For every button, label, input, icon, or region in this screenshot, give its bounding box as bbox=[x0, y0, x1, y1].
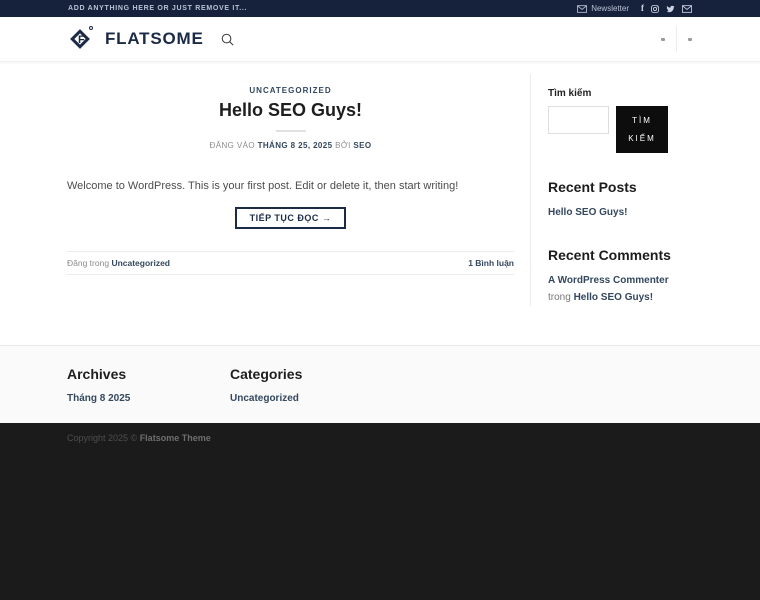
newsletter-label: Newsletter bbox=[591, 4, 629, 13]
recent-comment-item: A WordPress Commenter trong Hello SEO Gu… bbox=[548, 272, 677, 306]
archives-widget: Archives Tháng 8 2025 bbox=[67, 359, 230, 423]
site-logo[interactable]: F FLATSOME bbox=[68, 26, 204, 53]
post-title: Hello SEO Guys! bbox=[67, 100, 514, 121]
nav-divider bbox=[676, 26, 677, 52]
categories-title: Categories bbox=[230, 366, 393, 382]
site-title: FLATSOME bbox=[105, 29, 204, 49]
search-widget: TÌM KIẾM bbox=[548, 106, 677, 153]
nav-item-1[interactable] bbox=[661, 38, 665, 41]
registered-mark-circle bbox=[89, 26, 93, 30]
post-excerpt: Welcome to WordPress. This is your first… bbox=[67, 180, 514, 192]
footer-widgets: Archives Tháng 8 2025 Categories Uncateg… bbox=[0, 345, 760, 423]
category-link[interactable]: Uncategorized bbox=[230, 393, 393, 404]
read-more-button[interactable]: TIẾP TỤC ĐỌC → bbox=[235, 207, 347, 229]
posted-in-category-link[interactable]: Uncategorized bbox=[111, 258, 170, 268]
recent-post-link[interactable]: Hello SEO Guys! bbox=[548, 204, 677, 221]
topbar-message: ADD ANYTHING HERE OR JUST REMOVE IT... bbox=[68, 5, 247, 12]
post-meta: ĐĂNG VÀO THÁNG 8 25, 2025 BỞI SEO bbox=[67, 141, 514, 150]
topbar-right: Newsletter f bbox=[577, 4, 692, 13]
read-more-wrap: TIẾP TỤC ĐỌC → bbox=[67, 207, 514, 229]
social-icons: f bbox=[641, 4, 692, 13]
copyright-text: Copyright 2025 © Flatsome Theme bbox=[67, 433, 693, 443]
search-input[interactable] bbox=[548, 106, 609, 134]
comment-post-link[interactable]: Hello SEO Guys! bbox=[574, 292, 653, 303]
search-widget-label: Tìm kiếm bbox=[548, 88, 677, 99]
nav-item-2[interactable] bbox=[688, 38, 692, 41]
sidebar: Tìm kiếm TÌM KIẾM Recent Posts Hello SEO… bbox=[530, 74, 677, 306]
flatsome-logo-icon: F bbox=[68, 26, 95, 53]
post-category-link[interactable]: UNCATEGORIZED bbox=[67, 86, 514, 95]
header-nav bbox=[661, 26, 692, 52]
twitter-icon[interactable] bbox=[666, 5, 675, 13]
archive-month-link[interactable]: Tháng 8 2025 bbox=[67, 393, 230, 404]
main-content: UNCATEGORIZED Hello SEO Guys! ĐĂNG VÀO T… bbox=[0, 62, 760, 345]
meta-posted-on-label: ĐĂNG VÀO bbox=[210, 141, 255, 150]
envelope-icon bbox=[577, 5, 587, 13]
meta-by-label: BỞI bbox=[335, 141, 351, 150]
post-footer-meta: Đăng trong Uncategorized 1 Bình luận bbox=[67, 251, 514, 275]
search-icon[interactable] bbox=[220, 32, 235, 47]
search-submit-button[interactable]: TÌM KIẾM bbox=[616, 106, 668, 153]
theme-name: Flatsome Theme bbox=[140, 433, 211, 443]
meta-author-link[interactable]: SEO bbox=[353, 141, 371, 150]
post-column: UNCATEGORIZED Hello SEO Guys! ĐĂNG VÀO T… bbox=[67, 74, 530, 275]
absolute-footer: Copyright 2025 © Flatsome Theme bbox=[0, 423, 760, 600]
newsletter-link[interactable]: Newsletter bbox=[577, 4, 629, 13]
logo-letter: F bbox=[78, 34, 85, 46]
recent-posts-title: Recent Posts bbox=[548, 179, 677, 195]
page: ADD ANYTHING HERE OR JUST REMOVE IT... N… bbox=[0, 0, 760, 600]
instagram-icon[interactable] bbox=[651, 5, 659, 13]
recent-comments-title: Recent Comments bbox=[548, 247, 677, 263]
archives-title: Archives bbox=[67, 366, 230, 382]
meta-date: THÁNG 8 25, 2025 bbox=[258, 141, 333, 150]
comment-on-label: trong bbox=[548, 292, 571, 303]
topbar: ADD ANYTHING HERE OR JUST REMOVE IT... N… bbox=[0, 0, 760, 17]
categories-widget: Categories Uncategorized bbox=[230, 359, 393, 423]
posted-in-label: Đăng trong bbox=[67, 258, 109, 268]
comment-author-link[interactable]: A WordPress Commenter bbox=[548, 272, 677, 289]
title-divider bbox=[276, 130, 306, 132]
site-header: F FLATSOME bbox=[0, 17, 760, 62]
comments-count-link[interactable]: 1 Bình luận bbox=[468, 258, 514, 268]
email-icon[interactable] bbox=[682, 5, 692, 13]
facebook-icon[interactable]: f bbox=[641, 4, 644, 13]
